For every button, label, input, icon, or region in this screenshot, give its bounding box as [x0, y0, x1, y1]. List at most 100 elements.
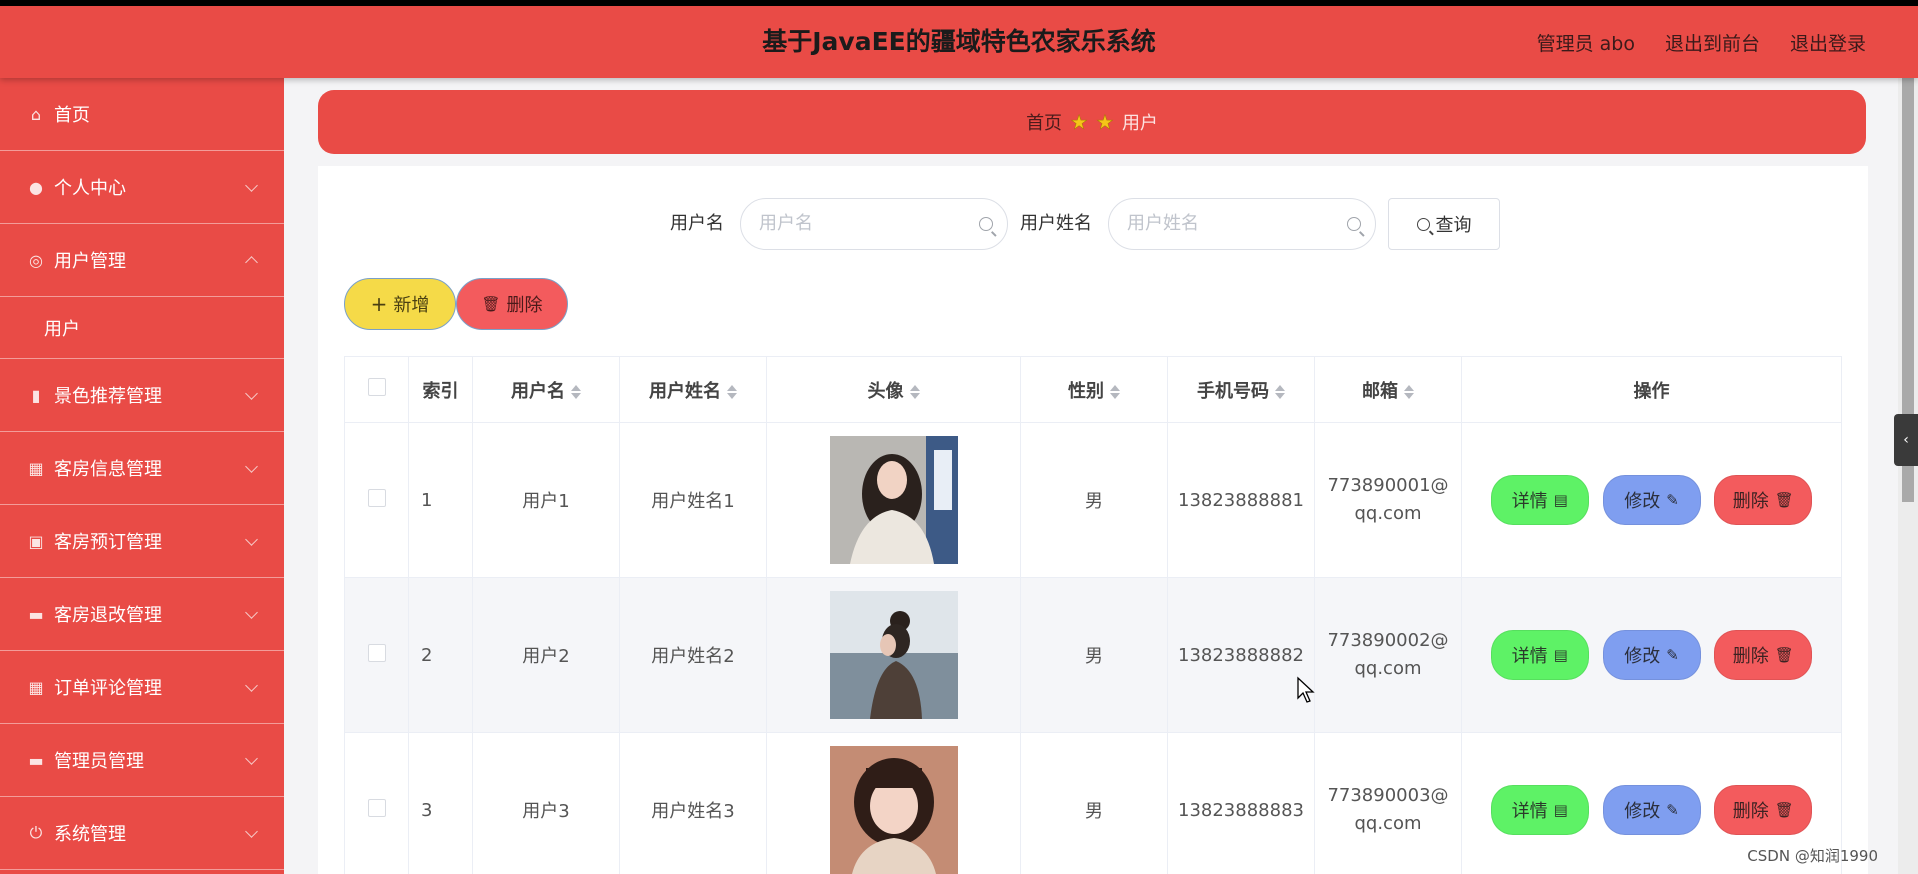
- back-to-front-link[interactable]: 退出到前台: [1665, 29, 1760, 56]
- trash-icon: 🗑: [1774, 646, 1794, 664]
- edit-button[interactable]: 修改 ✎: [1602, 785, 1701, 835]
- username-search-field[interactable]: [740, 198, 1008, 250]
- realname-search-field[interactable]: [1108, 198, 1376, 250]
- search-icon: [1347, 217, 1361, 231]
- sort-icon[interactable]: [909, 384, 920, 400]
- row-select-cell[interactable]: [344, 577, 409, 733]
- sidebar-item-room-info[interactable]: ▦ 客房信息管理: [0, 432, 284, 505]
- sidebar-subitem-user[interactable]: 用户: [0, 297, 284, 359]
- sidebar-item-label: 首页: [54, 105, 90, 126]
- breadcrumb-home[interactable]: 首页: [1026, 109, 1062, 135]
- cell-avatar: [766, 422, 1021, 578]
- sort-icon[interactable]: [1275, 384, 1285, 400]
- row-checkbox[interactable]: [367, 643, 386, 662]
- select-all-cell[interactable]: [344, 356, 409, 423]
- sort-icon[interactable]: [1110, 384, 1120, 400]
- add-button[interactable]: + 新增: [344, 278, 456, 330]
- watermark: CSDN @知润1990: [1747, 847, 1878, 865]
- settings-icon: ◎: [29, 250, 43, 270]
- sort-icon[interactable]: [571, 384, 581, 400]
- sidebar-item-scenery[interactable]: ▮ 景色推荐管理: [0, 359, 284, 432]
- batch-delete-button[interactable]: 🗑 删除: [456, 278, 568, 330]
- edit-button[interactable]: 修改 ✎: [1602, 475, 1701, 525]
- edit-label: 修改: [1624, 491, 1661, 512]
- sidebar-item-system[interactable]: ⏻ 系统管理: [0, 797, 284, 870]
- edit-label: 修改: [1624, 801, 1661, 822]
- col-avatar[interactable]: 头像: [766, 356, 1021, 423]
- chevron-up-icon: [245, 256, 258, 269]
- row-checkbox[interactable]: [367, 798, 386, 817]
- username-label: 用户名: [670, 213, 724, 234]
- table-row: 3 用户3 用户姓名3 男 13823888883 773890003@ qq.…: [344, 732, 1842, 874]
- search-bar: 用户名 用户姓名 查询: [318, 198, 1868, 250]
- cell-index: 1: [408, 422, 473, 578]
- chevron-down-icon: [245, 679, 258, 692]
- row-select-cell[interactable]: [344, 732, 409, 874]
- sort-icon[interactable]: [1404, 384, 1414, 400]
- col-gender[interactable]: 性别: [1020, 356, 1168, 423]
- realname-input[interactable]: [1127, 213, 1327, 234]
- sidebar-item-room-booking[interactable]: ▣ 客房预订管理: [0, 505, 284, 578]
- cell-gender: 男: [1020, 577, 1168, 733]
- sidebar-item-room-refund[interactable]: ▬ 客房退改管理: [0, 578, 284, 651]
- chevron-down-icon: [245, 606, 258, 619]
- sidebar-item-label: 客房信息管理: [54, 459, 162, 480]
- sidebar-item-order-comments[interactable]: ▦ 订单评论管理: [0, 651, 284, 724]
- cell-realname: 用户姓名1: [619, 422, 767, 578]
- username-input[interactable]: [759, 213, 959, 234]
- sidebar-item-label: 管理员管理: [54, 751, 144, 772]
- clipboard-icon: ▣: [28, 531, 44, 551]
- col-email-label: 邮箱: [1362, 380, 1398, 402]
- table-row: 2 用户2 用户姓名2 男 13823888882 773890002@ qq.…: [344, 577, 1842, 733]
- col-email[interactable]: 邮箱: [1314, 356, 1462, 423]
- col-avatar-label: 头像: [867, 380, 904, 402]
- cell-index: 3: [408, 732, 473, 874]
- col-phone[interactable]: 手机号码: [1167, 356, 1315, 423]
- sidebar-item-personal-center[interactable]: ● 个人中心: [0, 151, 284, 224]
- sort-icon[interactable]: [727, 384, 737, 400]
- add-button-label: 新增: [393, 295, 430, 316]
- apps-icon: ▦: [28, 677, 44, 697]
- edit-button[interactable]: 修改 ✎: [1602, 630, 1701, 680]
- avatar: [829, 436, 958, 564]
- cell-email: 773890003@ qq.com: [1314, 732, 1462, 874]
- realname-label: 用户姓名: [1020, 213, 1092, 234]
- sidebar-item-label: 客房预订管理: [54, 532, 162, 553]
- delete-button[interactable]: 删除 🗑: [1714, 630, 1813, 680]
- col-realname[interactable]: 用户姓名: [619, 356, 767, 423]
- cell-username: 用户1: [472, 422, 620, 578]
- row-select-cell[interactable]: [344, 422, 409, 578]
- query-button[interactable]: 查询: [1388, 198, 1500, 250]
- cell-email: 773890001@ qq.com: [1314, 422, 1462, 578]
- cell-gender: 男: [1020, 732, 1168, 874]
- detail-button[interactable]: 详情 ▤: [1490, 785, 1589, 835]
- search-icon: [979, 217, 993, 231]
- delete-button[interactable]: 删除 🗑: [1714, 475, 1813, 525]
- col-username[interactable]: 用户名: [472, 356, 620, 423]
- detail-button[interactable]: 详情 ▤: [1490, 630, 1589, 680]
- cell-avatar: [766, 732, 1021, 874]
- logout-link[interactable]: 退出登录: [1790, 29, 1866, 56]
- sidebar-item-label: 订单评论管理: [54, 678, 162, 699]
- delete-button[interactable]: 删除 🗑: [1714, 785, 1813, 835]
- detail-button[interactable]: 详情 ▤: [1490, 475, 1589, 525]
- chevron-down-icon: [245, 179, 258, 192]
- row-checkbox[interactable]: [367, 488, 386, 507]
- cell-realname: 用户姓名3: [619, 732, 767, 874]
- col-index: 索引: [408, 356, 473, 423]
- sidebar-item-home[interactable]: ⌂ 首页: [0, 78, 284, 151]
- grid-icon: ▦: [28, 458, 44, 478]
- email-line: qq.com: [1354, 503, 1422, 524]
- vertical-scrollbar[interactable]: [1898, 72, 1918, 874]
- table-header-row: 索引 用户名 用户姓名 头像 性别 手机号码 邮箱 操作: [344, 356, 1842, 423]
- col-username-label: 用户名: [511, 380, 565, 402]
- select-all-checkbox[interactable]: [367, 378, 386, 396]
- delete-button-label: 删除: [506, 295, 543, 316]
- mouse-cursor-icon: [1297, 676, 1315, 703]
- collapse-toggle-button[interactable]: ‹: [1894, 414, 1918, 466]
- col-ops: 操作: [1461, 356, 1842, 423]
- edit-label: 修改: [1624, 646, 1661, 667]
- bar-chart-icon: ▮: [31, 385, 41, 405]
- sidebar-item-admin-management[interactable]: ▬ 管理员管理: [0, 724, 284, 797]
- sidebar-item-user-management[interactable]: ◎ 用户管理: [0, 224, 284, 297]
